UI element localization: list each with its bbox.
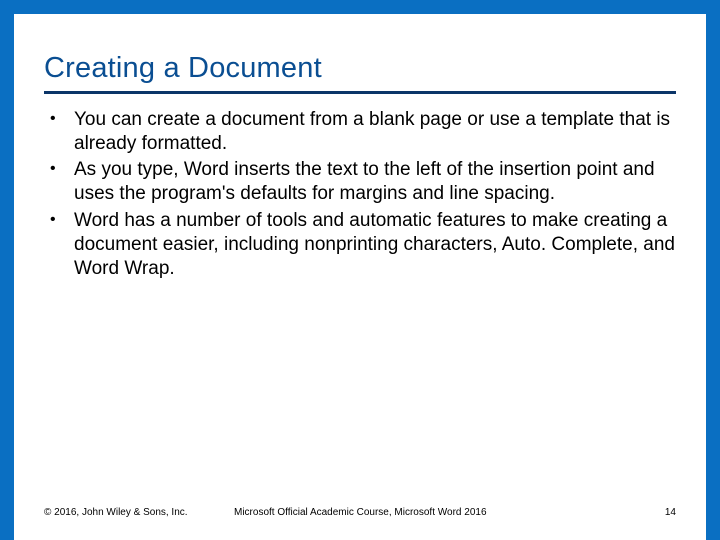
- page-number: 14: [636, 507, 676, 518]
- bullet-text: Word has a number of tools and automatic…: [74, 210, 675, 279]
- list-item: You can create a document from a blank p…: [48, 108, 676, 156]
- slide: Creating a Document You can create a doc…: [14, 14, 706, 540]
- bullet-text: As you type, Word inserts the text to th…: [74, 159, 655, 204]
- list-item: As you type, Word inserts the text to th…: [48, 158, 676, 206]
- copyright-text: © 2016, John Wiley & Sons, Inc.: [44, 507, 234, 518]
- slide-content: You can create a document from a blank p…: [44, 108, 676, 281]
- bullet-list: You can create a document from a blank p…: [44, 108, 676, 281]
- bullet-text: You can create a document from a blank p…: [74, 109, 670, 154]
- list-item: Word has a number of tools and automatic…: [48, 209, 676, 281]
- course-text: Microsoft Official Academic Course, Micr…: [234, 507, 636, 518]
- slide-footer: © 2016, John Wiley & Sons, Inc. Microsof…: [44, 507, 676, 518]
- slide-title: Creating a Document: [44, 52, 676, 94]
